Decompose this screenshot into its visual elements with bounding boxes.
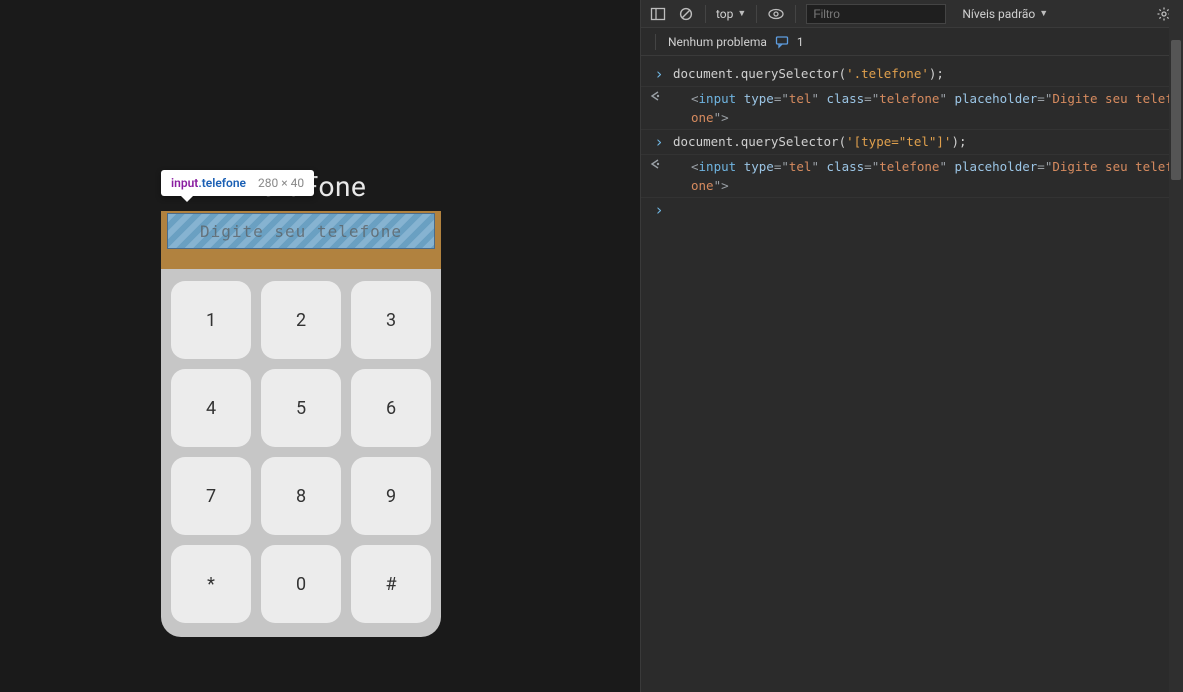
keypad-key-5[interactable]: 5 [261, 369, 341, 447]
keypad: 123 456 789 *0# [161, 269, 441, 637]
chevron-right-icon: › [649, 200, 669, 220]
console-result-row[interactable]: <input type="tel" class="telefone" place… [641, 87, 1183, 130]
result-arrow-icon [649, 89, 669, 102]
console-prompt[interactable]: › [641, 198, 1183, 222]
keypad-key-6[interactable]: 6 [351, 369, 431, 447]
toggle-sidebar-icon[interactable] [649, 5, 667, 23]
tooltip-class: .telefone [198, 176, 246, 190]
keypad-key-8[interactable]: 8 [261, 457, 341, 535]
chevron-right-icon: › [649, 64, 669, 84]
page-viewport: input.telefone 280 × 40 AluraFone Digite… [0, 0, 640, 692]
issues-count: 1 [797, 35, 804, 49]
scrollbar-vertical[interactable] [1169, 0, 1183, 692]
execution-context-selector[interactable]: top ▼ [716, 7, 746, 21]
keypad-key-9[interactable]: 9 [351, 457, 431, 535]
tooltip-dimensions: 280 × 40 [258, 176, 304, 190]
console-result-row[interactable]: <input type="tel" class="telefone" place… [641, 155, 1183, 198]
console-element: <input type="tel" class="telefone" place… [669, 89, 1175, 127]
keypad-key-0[interactable]: 0 [261, 545, 341, 623]
devtools-toolbar: top ▼ Níveis padrão ▼ [641, 0, 1183, 28]
inspected-element-highlight[interactable]: Digite seu telefone [161, 211, 441, 251]
console-filter-input[interactable] [806, 4, 946, 24]
log-levels-selector[interactable]: Níveis padrão ▼ [962, 7, 1048, 21]
element-inspect-tooltip: input.telefone 280 × 40 [161, 170, 314, 196]
chevron-down-icon: ▼ [737, 8, 746, 19]
context-label: top [716, 7, 733, 21]
issues-icon [775, 35, 789, 49]
console-output[interactable]: ›document.querySelector('.telefone');<in… [641, 56, 1183, 228]
divider [655, 34, 656, 50]
live-expression-icon[interactable] [767, 5, 785, 23]
keypad-key-2[interactable]: 2 [261, 281, 341, 359]
devtools-panel: top ▼ Níveis padrão ▼ Nenhum problema 1 … [640, 0, 1183, 692]
keypad-key-#[interactable]: # [351, 545, 431, 623]
tooltip-tag: input [171, 176, 198, 190]
issues-text: Nenhum problema [668, 35, 767, 49]
console-element: <input type="tel" class="telefone" place… [669, 157, 1175, 195]
console-input-row[interactable]: ›document.querySelector('.telefone'); [641, 62, 1183, 87]
console-code: document.querySelector('[type="tel"]'); [669, 132, 1175, 151]
chevron-down-icon: ▼ [1039, 8, 1048, 19]
keypad-key-*[interactable]: * [171, 545, 251, 623]
phone-input-placeholder: Digite seu telefone [200, 222, 402, 241]
keypad-key-4[interactable]: 4 [171, 369, 251, 447]
keypad-key-7[interactable]: 7 [171, 457, 251, 535]
console-code: document.querySelector('.telefone'); [669, 64, 1175, 83]
chevron-right-icon: › [649, 132, 669, 152]
keypad-key-3[interactable]: 3 [351, 281, 431, 359]
console-input-row[interactable]: ›document.querySelector('[type="tel"]'); [641, 130, 1183, 155]
scrollbar-thumb[interactable] [1171, 40, 1181, 180]
highlight-margin [161, 251, 441, 269]
result-arrow-icon [649, 157, 669, 170]
clear-console-icon[interactable] [677, 5, 695, 23]
levels-label: Níveis padrão [962, 7, 1035, 21]
issues-bar[interactable]: Nenhum problema 1 [641, 28, 1183, 56]
keypad-key-1[interactable]: 1 [171, 281, 251, 359]
